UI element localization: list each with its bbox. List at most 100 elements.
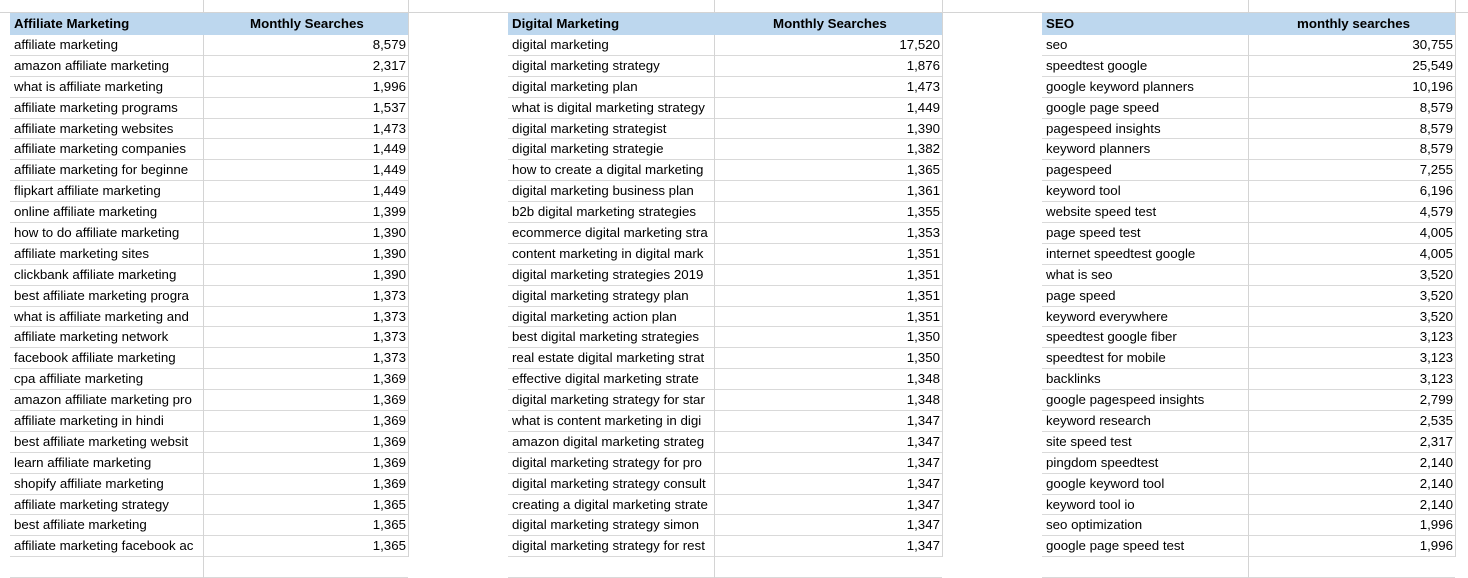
keyword-cell[interactable]: learn affiliate marketing: [14, 455, 201, 470]
keyword-cell[interactable]: internet speedtest google: [1046, 246, 1246, 261]
monthly-searches-cell[interactable]: 2,317: [373, 58, 406, 73]
monthly-searches-cell[interactable]: 30,755: [1412, 37, 1453, 52]
monthly-searches-cell[interactable]: 1,996: [373, 79, 406, 94]
keyword-cell[interactable]: affiliate marketing: [14, 37, 201, 52]
keyword-cell[interactable]: speedtest for mobile: [1046, 350, 1246, 365]
keyword-cell[interactable]: speedtest google: [1046, 58, 1246, 73]
keyword-cell[interactable]: affiliate marketing for beginne: [14, 162, 201, 177]
keyword-cell[interactable]: keyword tool: [1046, 183, 1246, 198]
monthly-searches-cell[interactable]: 4,005: [1420, 246, 1453, 261]
keyword-cell[interactable]: google pagespeed insights: [1046, 392, 1246, 407]
monthly-searches-cell[interactable]: 1,473: [373, 121, 406, 136]
monthly-searches-cell[interactable]: 1,449: [373, 162, 406, 177]
monthly-searches-cell[interactable]: 3,520: [1420, 288, 1453, 303]
keyword-cell[interactable]: speedtest google fiber: [1046, 329, 1246, 344]
monthly-searches-cell[interactable]: 1,365: [373, 497, 406, 512]
column-header-monthly-searches[interactable]: Monthly Searches: [250, 16, 364, 31]
monthly-searches-cell[interactable]: 1,365: [373, 517, 406, 532]
monthly-searches-cell[interactable]: 1,373: [373, 288, 406, 303]
monthly-searches-cell[interactable]: 1,390: [373, 267, 406, 282]
keyword-cell[interactable]: affiliate marketing programs: [14, 100, 201, 115]
column-header-keyword[interactable]: Affiliate Marketing: [14, 16, 129, 31]
monthly-searches-cell[interactable]: 1,399: [373, 204, 406, 219]
monthly-searches-cell[interactable]: 17,520: [899, 37, 940, 52]
keyword-cell[interactable]: affiliate marketing in hindi: [14, 413, 201, 428]
monthly-searches-cell[interactable]: 1,373: [373, 309, 406, 324]
monthly-searches-cell[interactable]: 1,351: [907, 267, 940, 282]
monthly-searches-cell[interactable]: 4,005: [1420, 225, 1453, 240]
keyword-cell[interactable]: digital marketing strategy simon: [512, 517, 712, 532]
monthly-searches-cell[interactable]: 1,449: [373, 141, 406, 156]
monthly-searches-cell[interactable]: 1,347: [907, 413, 940, 428]
keyword-cell[interactable]: affiliate marketing strategy: [14, 497, 201, 512]
keyword-cell[interactable]: content marketing in digital mark: [512, 246, 712, 261]
column-header-keyword[interactable]: SEO: [1046, 16, 1074, 31]
monthly-searches-cell[interactable]: 3,123: [1420, 350, 1453, 365]
keyword-cell[interactable]: affiliate marketing sites: [14, 246, 201, 261]
keyword-cell[interactable]: pagespeed insights: [1046, 121, 1246, 136]
monthly-searches-cell[interactable]: 1,449: [373, 183, 406, 198]
keyword-cell[interactable]: digital marketing strategy for rest: [512, 538, 712, 553]
monthly-searches-cell[interactable]: 8,579: [1420, 121, 1453, 136]
keyword-cell[interactable]: clickbank affiliate marketing: [14, 267, 201, 282]
keyword-cell[interactable]: website speed test: [1046, 204, 1246, 219]
monthly-searches-cell[interactable]: 1,449: [907, 100, 940, 115]
spreadsheet-grid[interactable]: Affiliate Marketing Monthly Searches affil…: [0, 0, 1468, 578]
keyword-cell[interactable]: page speed: [1046, 288, 1246, 303]
monthly-searches-cell[interactable]: 2,535: [1420, 413, 1453, 428]
keyword-cell[interactable]: digital marketing strategie: [512, 141, 712, 156]
keyword-cell[interactable]: digital marketing strategy for star: [512, 392, 712, 407]
keyword-cell[interactable]: flipkart affiliate marketing: [14, 183, 201, 198]
monthly-searches-cell[interactable]: 2,317: [1420, 434, 1453, 449]
keyword-cell[interactable]: amazon affiliate marketing pro: [14, 392, 201, 407]
column-header-monthly-searches[interactable]: Monthly Searches: [773, 16, 887, 31]
keyword-cell[interactable]: best digital marketing strategies: [512, 329, 712, 344]
monthly-searches-cell[interactable]: 1,369: [373, 413, 406, 428]
monthly-searches-cell[interactable]: 1,347: [907, 434, 940, 449]
keyword-cell[interactable]: digital marketing strategy: [512, 58, 712, 73]
keyword-cell[interactable]: how to create a digital marketing: [512, 162, 712, 177]
keyword-cell[interactable]: affiliate marketing facebook ac: [14, 538, 201, 553]
monthly-searches-cell[interactable]: 10,196: [1412, 79, 1453, 94]
keyword-cell[interactable]: digital marketing strategist: [512, 121, 712, 136]
monthly-searches-cell[interactable]: 1,390: [907, 121, 940, 136]
keyword-cell[interactable]: keyword everywhere: [1046, 309, 1246, 324]
keyword-cell[interactable]: digital marketing: [512, 37, 712, 52]
keyword-cell[interactable]: affiliate marketing companies: [14, 141, 201, 156]
keyword-cell[interactable]: best affiliate marketing: [14, 517, 201, 532]
monthly-searches-cell[interactable]: 1,373: [373, 350, 406, 365]
keyword-cell[interactable]: b2b digital marketing strategies: [512, 204, 712, 219]
monthly-searches-cell[interactable]: 1,369: [373, 455, 406, 470]
monthly-searches-cell[interactable]: 1,347: [907, 455, 940, 470]
keyword-cell[interactable]: real estate digital marketing strat: [512, 350, 712, 365]
monthly-searches-cell[interactable]: 1,351: [907, 309, 940, 324]
monthly-searches-cell[interactable]: 8,579: [1420, 100, 1453, 115]
monthly-searches-cell[interactable]: 1,996: [1420, 538, 1453, 553]
monthly-searches-cell[interactable]: 1,369: [373, 392, 406, 407]
keyword-cell[interactable]: cpa affiliate marketing: [14, 371, 201, 386]
keyword-cell[interactable]: what is digital marketing strategy: [512, 100, 712, 115]
keyword-cell[interactable]: backlinks: [1046, 371, 1246, 386]
monthly-searches-cell[interactable]: 1,390: [373, 246, 406, 261]
monthly-searches-cell[interactable]: 6,196: [1420, 183, 1453, 198]
keyword-cell[interactable]: affiliate marketing network: [14, 329, 201, 344]
monthly-searches-cell[interactable]: 1,365: [373, 538, 406, 553]
keyword-cell[interactable]: what is affiliate marketing and: [14, 309, 201, 324]
monthly-searches-cell[interactable]: 2,140: [1420, 476, 1453, 491]
keyword-cell[interactable]: site speed test: [1046, 434, 1246, 449]
monthly-searches-cell[interactable]: 1,369: [373, 371, 406, 386]
monthly-searches-cell[interactable]: 1,351: [907, 288, 940, 303]
keyword-cell[interactable]: digital marketing strategy plan: [512, 288, 712, 303]
monthly-searches-cell[interactable]: 1,365: [907, 162, 940, 177]
keyword-cell[interactable]: google page speed: [1046, 100, 1246, 115]
keyword-cell[interactable]: seo optimization: [1046, 517, 1246, 532]
keyword-cell[interactable]: best affiliate marketing websit: [14, 434, 201, 449]
monthly-searches-cell[interactable]: 1,350: [907, 329, 940, 344]
monthly-searches-cell[interactable]: 25,549: [1412, 58, 1453, 73]
keyword-cell[interactable]: shopify affiliate marketing: [14, 476, 201, 491]
keyword-cell[interactable]: best affiliate marketing progra: [14, 288, 201, 303]
column-header-monthly-searches[interactable]: monthly searches: [1297, 16, 1410, 31]
keyword-cell[interactable]: google keyword tool: [1046, 476, 1246, 491]
keyword-cell[interactable]: digital marketing strategy for pro: [512, 455, 712, 470]
monthly-searches-cell[interactable]: 1,373: [373, 329, 406, 344]
